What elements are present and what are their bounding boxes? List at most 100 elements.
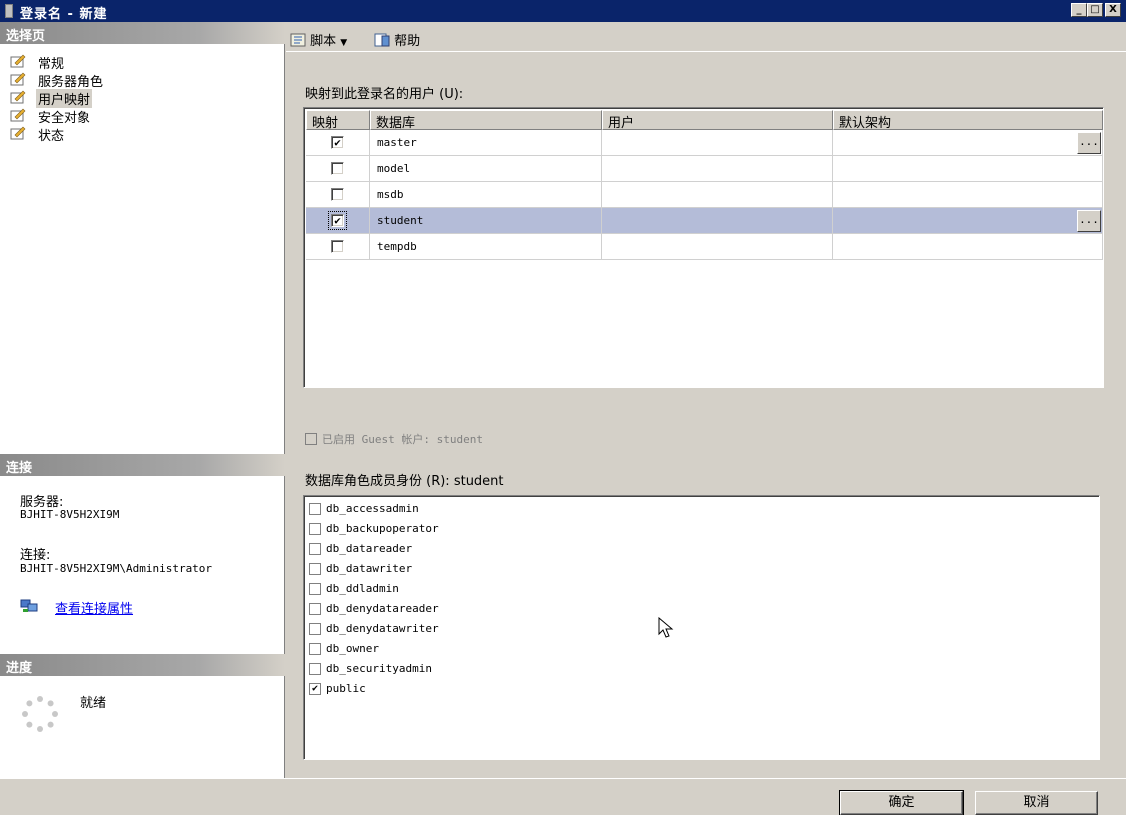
map-checkbox[interactable]: ✔	[331, 136, 344, 149]
script-dropdown-button[interactable]: 脚本 ▼	[290, 30, 347, 49]
cancel-button[interactable]: 取消	[975, 791, 1098, 815]
role-name: public	[326, 682, 366, 695]
checkmark-icon: ✔	[334, 214, 341, 227]
window-title: 登录名 - 新建	[20, 7, 108, 22]
map-checkbox[interactable]	[331, 188, 344, 201]
user-cell[interactable]	[602, 182, 833, 208]
role-checkbox[interactable]	[309, 603, 321, 615]
role-checkbox[interactable]	[309, 663, 321, 675]
checkmark-icon: ✔	[311, 683, 319, 694]
column-header-user[interactable]: 用户	[602, 110, 833, 131]
role-name: db_denydatawriter	[326, 622, 439, 635]
close-button[interactable]: X	[1105, 3, 1121, 17]
role-name: db_datareader	[326, 542, 413, 555]
view-connection-properties-link[interactable]: 查看连接属性	[55, 598, 133, 617]
nav-item-label: 服务器角色	[38, 75, 104, 90]
table-row[interactable]: model	[306, 156, 1103, 182]
map-cell	[306, 234, 370, 260]
map-checkbox[interactable]: ✔	[328, 211, 347, 230]
ok-button[interactable]: 确定	[839, 790, 964, 815]
title-bar[interactable]: 登录名 - 新建 _ □ X	[0, 0, 1126, 22]
guest-label: 已启用 Guest 帐户: student	[322, 433, 483, 446]
page-icon	[10, 126, 26, 140]
progress-spinner-icon	[20, 694, 60, 737]
grid-header: 映射 数据库 用户 默认架构	[306, 110, 1103, 131]
role-name: db_denydatareader	[326, 602, 439, 615]
database-cell: msdb	[370, 182, 602, 208]
role-checkbox[interactable]	[309, 623, 321, 635]
user-cell[interactable]	[602, 208, 833, 234]
app-icon	[5, 4, 13, 18]
role-checkbox[interactable]	[309, 643, 321, 655]
progress-status: 就绪	[80, 696, 107, 711]
connection-header: 连接	[0, 454, 285, 476]
script-icon	[290, 33, 306, 47]
column-header-map[interactable]: 映射	[306, 110, 370, 131]
table-row[interactable]: tempdb	[306, 234, 1103, 260]
user-cell[interactable]	[602, 156, 833, 182]
help-label: 帮助	[394, 34, 421, 49]
guest-account-checkbox: 已启用 Guest 帐户: student	[305, 431, 483, 447]
map-cell	[306, 182, 370, 208]
user-cell[interactable]	[602, 130, 833, 156]
nav-item-label: 状态	[38, 129, 65, 144]
role-checkbox[interactable]: ✔	[309, 683, 321, 695]
user-cell[interactable]	[602, 234, 833, 260]
progress-header: 进度	[0, 654, 285, 676]
minimize-button[interactable]: _	[1071, 3, 1087, 17]
browse-schema-button[interactable]: ...	[1077, 132, 1101, 154]
role-membership-list[interactable]: db_accessadmin db_backupoperator db_datare…	[303, 495, 1100, 760]
mouse-cursor-icon	[658, 616, 674, 642]
help-button[interactable]: 帮助	[374, 30, 420, 49]
login-new-dialog: 登录名 - 新建 _ □ X 选择页 常规 服务器角色 用户映射 安全对象 状态 连接 …	[0, 0, 1126, 815]
column-header-database[interactable]: 数据库	[370, 110, 602, 131]
connection-value: BJHIT-8V5H2XI9M\Administrator	[20, 562, 213, 575]
guest-checkbox-box	[305, 433, 317, 445]
schema-cell[interactable]: ...	[833, 208, 1103, 234]
connection-label: 连接:	[20, 548, 51, 563]
chevron-down-icon: ▼	[340, 38, 348, 48]
page-icon	[10, 90, 26, 104]
user-mapping-grid[interactable]: 映射 数据库 用户 默认架构 ✔ master... model msdb ✔ stude…	[303, 107, 1104, 388]
page-icon	[10, 108, 26, 122]
maximize-button[interactable]: □	[1087, 3, 1103, 17]
database-cell: tempdb	[370, 234, 602, 260]
table-row[interactable]: ✔ student...	[306, 208, 1103, 234]
script-label: 脚本	[310, 34, 337, 49]
role-name: db_datawriter	[326, 562, 413, 575]
roles-label: 数据库角色成员身份 (R): student	[305, 474, 504, 489]
map-cell: ✔	[306, 208, 370, 234]
role-checkbox[interactable]	[309, 523, 321, 535]
schema-cell[interactable]	[833, 234, 1103, 260]
right-pane: 脚本 ▼ 帮助 映射到此登录名的用户 (U): 映射 数据库 用户 默认架构 ✔…	[286, 22, 1126, 778]
role-name: db_backupoperator	[326, 522, 439, 535]
map-checkbox[interactable]	[331, 162, 344, 175]
schema-cell[interactable]: ...	[833, 130, 1103, 156]
server-value: BJHIT-8V5H2XI9M	[20, 508, 120, 521]
nav-item-label: 常规	[38, 57, 65, 72]
user-mapping-page: 映射到此登录名的用户 (U): 映射 数据库 用户 默认架构 ✔ master..…	[286, 53, 1126, 778]
database-cell: student	[370, 208, 602, 234]
table-row[interactable]: msdb	[306, 182, 1103, 208]
role-checkbox[interactable]	[309, 583, 321, 595]
checkmark-icon: ✔	[334, 136, 341, 149]
map-cell	[306, 156, 370, 182]
database-cell: master	[370, 130, 602, 156]
role-checkbox[interactable]	[309, 563, 321, 575]
table-row[interactable]: ✔ master...	[306, 130, 1103, 156]
column-header-default-schema[interactable]: 默认架构	[833, 110, 1103, 131]
page-icon	[10, 54, 26, 68]
nav-item-label: 用户映射	[36, 89, 93, 108]
button-bar: 确定 取消	[0, 778, 1126, 815]
map-checkbox[interactable]	[331, 240, 344, 253]
browse-schema-button[interactable]: ...	[1077, 210, 1101, 232]
role-name: db_owner	[326, 642, 379, 655]
role-name: db_accessadmin	[326, 502, 419, 515]
role-checkbox[interactable]	[309, 543, 321, 555]
role-name: db_securityadmin	[326, 662, 432, 675]
schema-cell[interactable]	[833, 182, 1103, 208]
role-checkbox[interactable]	[309, 503, 321, 515]
page-icon	[10, 72, 26, 86]
schema-cell[interactable]	[833, 156, 1103, 182]
connection-properties-icon	[20, 598, 38, 617]
